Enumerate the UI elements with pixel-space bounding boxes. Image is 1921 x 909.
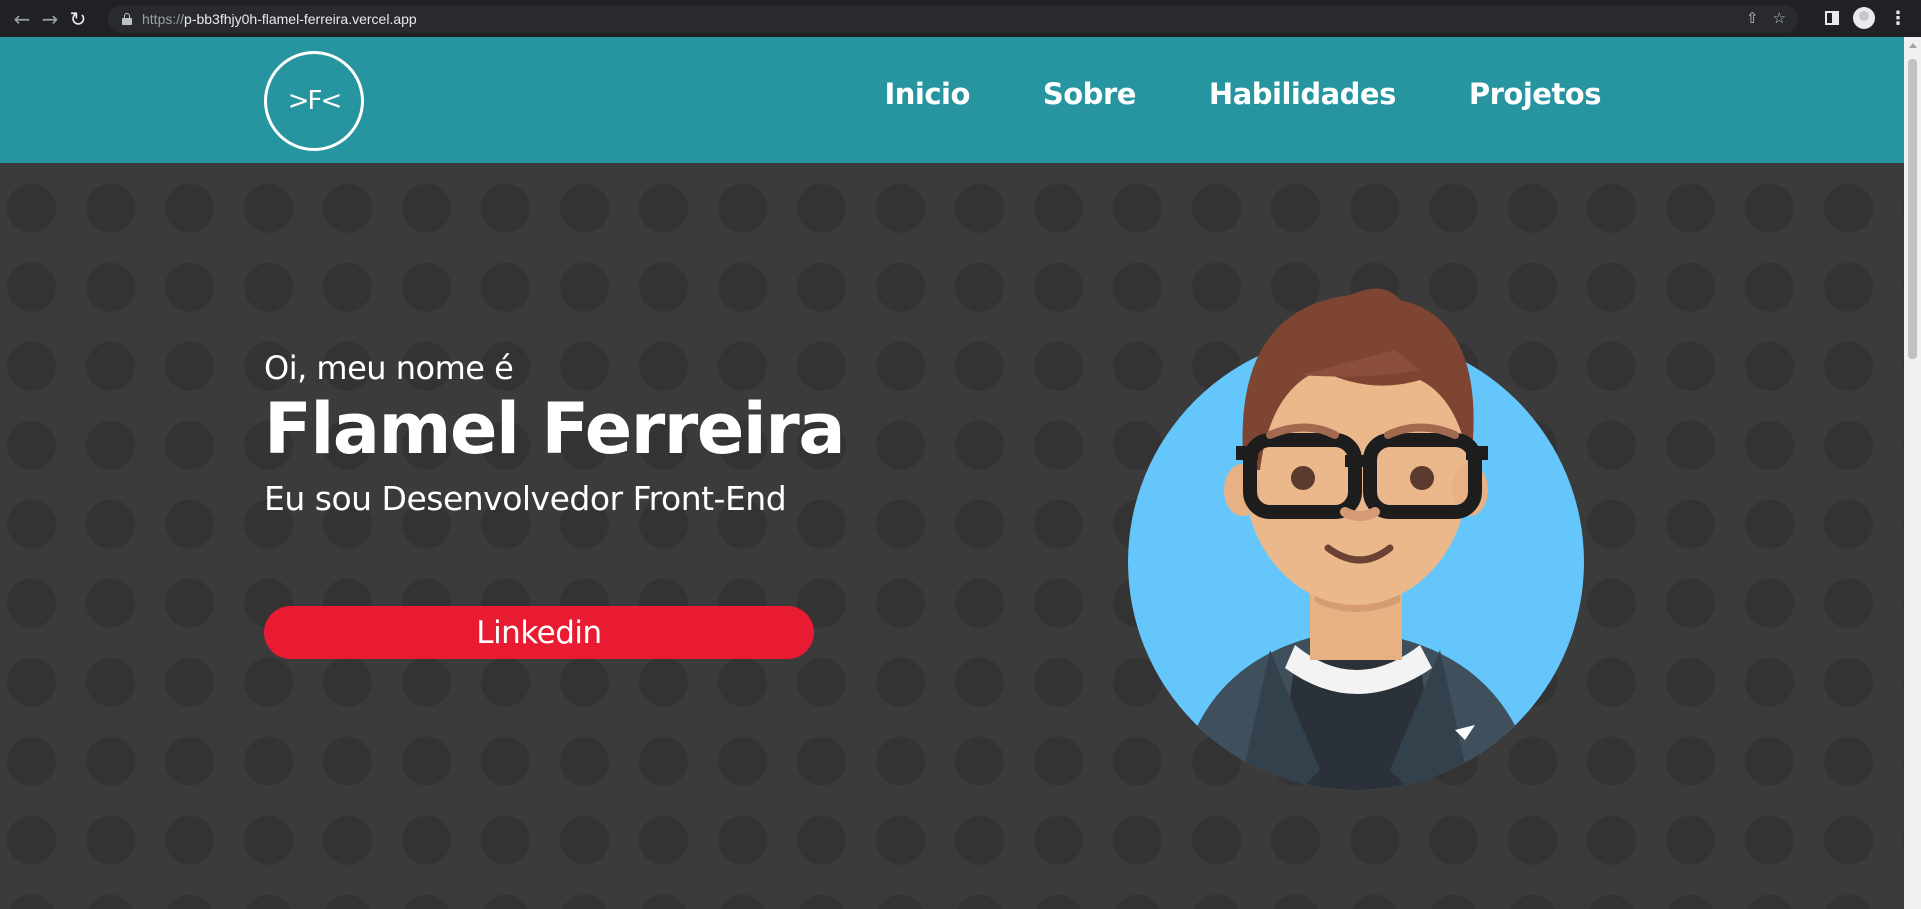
star-icon[interactable]: ☆ (1773, 9, 1786, 27)
avatar-illustration (1128, 288, 1584, 790)
nav-habilidades[interactable]: Habilidades (1209, 77, 1396, 111)
site-logo[interactable]: >F< (264, 51, 364, 151)
browser-toolbar: ← → ↻ https://p-bb3fhjy0h-flamel-ferreir… (0, 0, 1921, 37)
reload-icon[interactable]: ↻ (64, 5, 92, 33)
side-panel-icon[interactable] (1825, 11, 1839, 25)
share-icon[interactable]: ⇧ (1746, 9, 1759, 27)
hero-intro: Oi, meu nome é Flamel Ferreira Eu sou De… (264, 349, 846, 518)
scrollbar[interactable] (1904, 37, 1921, 909)
url-text[interactable]: https://p-bb3fhjy0h-flamel-ferreira.verc… (142, 11, 417, 27)
back-icon[interactable]: ← (8, 5, 36, 33)
profile-avatar[interactable] (1853, 7, 1875, 29)
site-header: >F< Inicio Sobre Habilidades Projetos (0, 37, 1904, 163)
nav-projetos[interactable]: Projetos (1469, 77, 1602, 111)
page: >F< Inicio Sobre Habilidades Projetos Oi… (0, 37, 1904, 909)
main-nav: Inicio Sobre Habilidades Projetos (884, 77, 1601, 111)
nav-sobre[interactable]: Sobre (1043, 77, 1137, 111)
url-scheme: https:// (142, 11, 185, 27)
scrollbar-thumb[interactable] (1908, 59, 1917, 359)
hero-name: Flamel Ferreira (264, 388, 846, 470)
nav-inicio[interactable]: Inicio (884, 77, 970, 111)
url-host: p-bb3fhjy0h-flamel-ferreira.vercel.app (184, 11, 417, 27)
linkedin-button[interactable]: Linkedin (264, 606, 814, 659)
menu-icon[interactable]: ⋮ (1889, 8, 1907, 29)
lock-icon[interactable] (122, 13, 132, 25)
address-bar[interactable]: https://p-bb3fhjy0h-flamel-ferreira.verc… (108, 5, 1798, 33)
hero-role: Eu sou Desenvolvedor Front-End (264, 478, 787, 518)
greeting-text: Oi, meu nome é (264, 349, 514, 387)
scroll-up-icon[interactable] (1909, 43, 1917, 48)
forward-icon[interactable]: → (36, 5, 64, 33)
